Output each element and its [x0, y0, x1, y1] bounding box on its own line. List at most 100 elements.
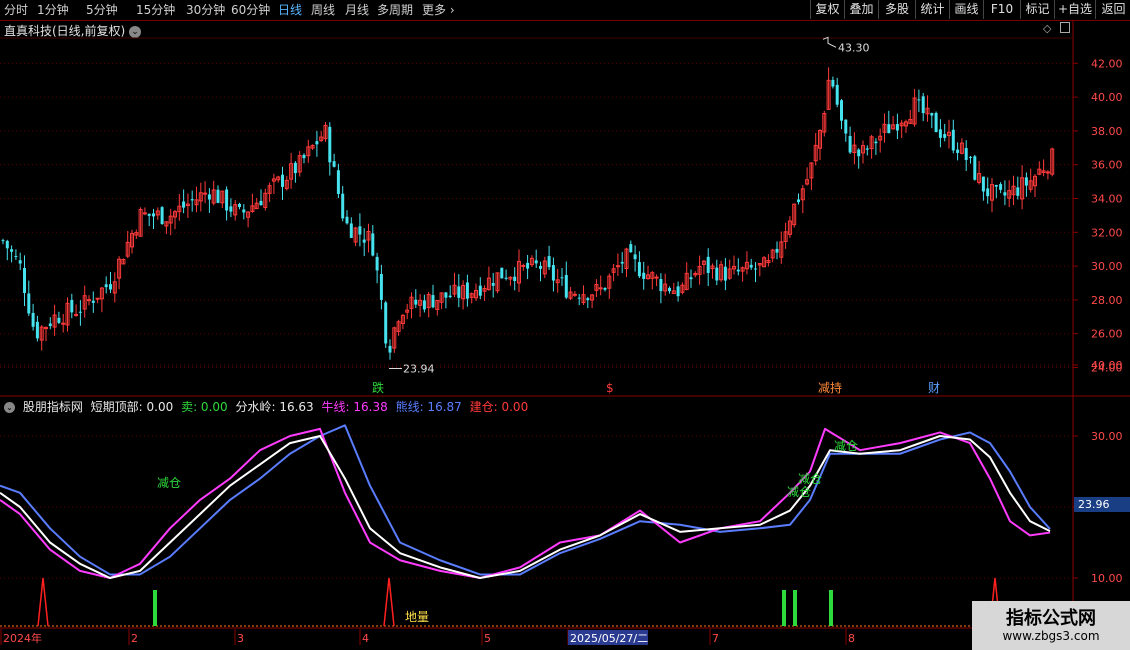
candle-body — [10, 249, 14, 252]
candle-body — [732, 265, 736, 270]
candle-body — [57, 317, 61, 323]
chevron-down-icon[interactable]: ⌄ — [129, 25, 142, 38]
candle-body — [736, 269, 740, 272]
candle-body — [341, 193, 345, 219]
candle-body — [749, 264, 753, 268]
tf-1min[interactable]: 1分钟 — [37, 2, 69, 18]
candle-body — [969, 156, 972, 158]
candle-body — [826, 79, 831, 110]
candle-body — [878, 135, 883, 141]
fuquan-button[interactable]: 复权 — [810, 0, 844, 19]
candle-body — [930, 113, 934, 116]
watershed-line — [0, 435, 1051, 579]
candle-body — [848, 135, 852, 153]
candle-body — [564, 274, 568, 298]
candle-body — [526, 262, 530, 269]
price-tick-label: 32.00 — [1091, 226, 1123, 239]
huaxian-button[interactable]: 画线 — [949, 0, 983, 19]
candle-body — [642, 272, 646, 279]
biaoji-button[interactable]: 标记 — [1020, 0, 1054, 19]
candle-body — [27, 293, 31, 314]
candle-body — [757, 263, 762, 266]
candle-body — [542, 260, 547, 275]
tf-weekly[interactable]: 周线 — [311, 2, 335, 18]
tf-5min[interactable]: 5分钟 — [86, 2, 118, 18]
tf-more[interactable]: 更多 › — [422, 2, 455, 18]
price-tick-label: 24.00 — [1091, 362, 1123, 375]
sell-bar — [829, 590, 833, 626]
candle-body — [680, 284, 685, 293]
candle-body — [310, 144, 315, 149]
candle-body — [48, 323, 52, 327]
tf-30min[interactable]: 30分钟 — [186, 2, 225, 18]
stock-title-text: 直真科技(日线,前复权) — [4, 24, 126, 38]
candle-body — [925, 107, 930, 115]
candle-body — [190, 199, 194, 201]
candle-body — [168, 215, 173, 224]
tf-multi[interactable]: 多周期 — [377, 2, 413, 18]
candle-body — [659, 279, 663, 292]
back-button[interactable]: 返回 — [1095, 0, 1130, 19]
candle-body — [770, 249, 775, 259]
indicator-legend: ⌄ 股朋指标网 短期顶部: 0.00 卖: 0.00 分水岭: 16.63 牛线… — [4, 398, 532, 415]
candle-body — [211, 189, 216, 204]
candle-body — [185, 203, 190, 207]
candle-body — [840, 100, 843, 121]
candle-body — [577, 297, 581, 299]
add-watchlist-button[interactable]: +自选 — [1054, 0, 1095, 19]
candle-body — [861, 145, 865, 154]
event-marker: 跌 — [372, 380, 384, 395]
stock-title[interactable]: 直真科技(日线,前复权) ⌄ — [4, 22, 142, 39]
f10-button[interactable]: F10 — [983, 0, 1020, 19]
candle-body — [899, 122, 904, 127]
candle-body — [865, 148, 869, 150]
candle-body — [302, 154, 306, 159]
diejia-button[interactable]: 叠加 — [844, 0, 878, 19]
candle-body — [375, 256, 379, 271]
duogu-button[interactable]: 多股 — [878, 0, 915, 19]
candle-body — [1050, 148, 1055, 175]
candle-body — [590, 294, 595, 301]
indicator-name[interactable]: 股朋指标网 — [23, 400, 83, 414]
bull-line — [0, 427, 1051, 579]
candle-body — [52, 314, 57, 328]
candle-body — [693, 272, 698, 276]
layout-icon[interactable] — [1060, 22, 1070, 33]
diamond-icon[interactable]: ◇ — [1043, 22, 1051, 35]
candle-body — [1037, 168, 1042, 175]
candle-body — [152, 213, 155, 217]
tf-15min[interactable]: 15分钟 — [136, 2, 175, 18]
candle-body — [95, 297, 100, 300]
candle-body — [284, 179, 289, 189]
candle-body — [603, 287, 607, 290]
candle-body — [715, 267, 719, 281]
tf-monthly[interactable]: 月线 — [345, 2, 369, 18]
candle-body — [229, 206, 233, 212]
candlestick-series — [1, 67, 1055, 360]
candle-body — [800, 188, 805, 201]
candle-body — [173, 211, 177, 218]
candle-body — [160, 207, 164, 224]
candle-body — [465, 282, 469, 299]
candle-body — [319, 136, 324, 142]
candle-body — [267, 185, 272, 194]
tf-fenshi[interactable]: 分时 — [4, 2, 28, 18]
indicator-tick-label: 40.00 — [1091, 359, 1123, 372]
candle-body — [82, 295, 87, 310]
candle-body — [448, 295, 452, 298]
candle-body — [629, 244, 633, 253]
candle-body — [637, 262, 641, 277]
tf-60min[interactable]: 60分钟 — [231, 2, 270, 18]
candle-body — [956, 149, 960, 153]
tf-daily[interactable]: 日线 — [278, 2, 302, 18]
candle-body — [491, 283, 495, 286]
candle-body — [70, 299, 74, 313]
candle-body — [332, 161, 336, 167]
tongji-button[interactable]: 统计 — [915, 0, 949, 19]
candle-body — [435, 299, 440, 311]
collapse-icon[interactable]: ⌄ — [4, 402, 15, 413]
candle-body — [104, 284, 108, 288]
candle-body — [358, 226, 362, 235]
candle-body — [328, 126, 332, 163]
candle-body — [521, 264, 526, 267]
